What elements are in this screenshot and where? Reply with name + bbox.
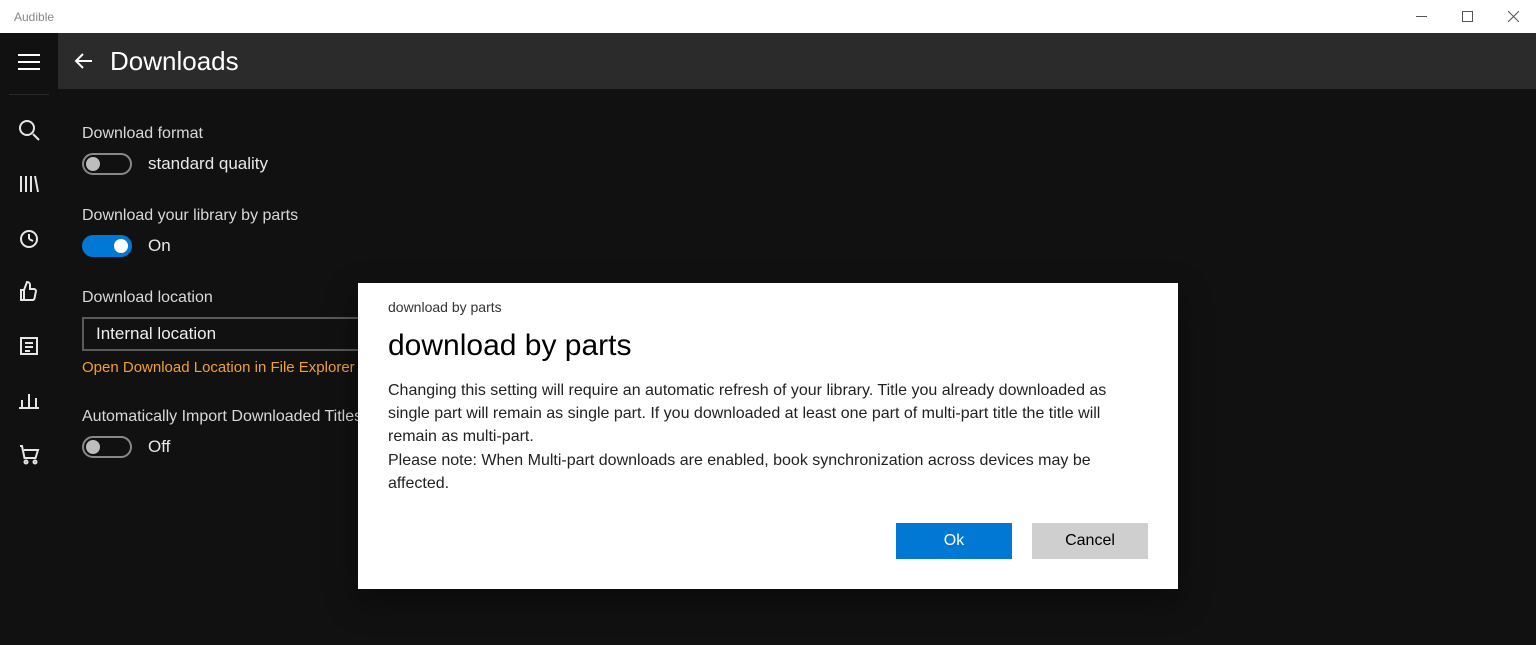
cancel-button[interactable]: Cancel bbox=[1032, 523, 1148, 559]
download-parts-label: Download your library by parts bbox=[82, 207, 1512, 225]
auto-import-value: Off bbox=[148, 437, 170, 457]
library-icon bbox=[18, 173, 40, 195]
dialog-body-2: Please note: When Multi-part downloads a… bbox=[388, 449, 1148, 495]
dialog-body-1: Changing this setting will require an au… bbox=[388, 379, 1148, 449]
rail-timer[interactable] bbox=[0, 211, 58, 265]
rail-library[interactable] bbox=[0, 157, 58, 211]
page-title: Downloads bbox=[110, 46, 239, 77]
rail-search[interactable] bbox=[0, 103, 58, 157]
window-title: Audible bbox=[14, 10, 54, 24]
minimize-button[interactable] bbox=[1398, 0, 1444, 33]
maximize-button[interactable] bbox=[1444, 0, 1490, 33]
chart-icon bbox=[18, 389, 40, 411]
download-format-value: standard quality bbox=[148, 154, 268, 174]
download-parts-value: On bbox=[148, 236, 171, 256]
dialog-tag: download by parts bbox=[388, 299, 1148, 315]
arrow-left-icon bbox=[72, 49, 96, 73]
ok-button[interactable]: Ok bbox=[896, 523, 1012, 559]
search-icon bbox=[18, 119, 40, 141]
download-location-value: Internal location bbox=[96, 324, 216, 344]
clock-icon bbox=[18, 227, 40, 249]
sidebar-rail bbox=[0, 33, 58, 645]
download-format-toggle[interactable] bbox=[82, 153, 132, 175]
rail-cart[interactable] bbox=[0, 427, 58, 481]
open-location-link[interactable]: Open Download Location in File Explorer bbox=[82, 359, 355, 376]
window-titlebar: Audible bbox=[0, 0, 1536, 33]
close-button[interactable] bbox=[1490, 0, 1536, 33]
rail-news[interactable] bbox=[0, 319, 58, 373]
hamburger-icon bbox=[18, 54, 40, 70]
download-parts-toggle[interactable] bbox=[82, 235, 132, 257]
rail-stats[interactable] bbox=[0, 373, 58, 427]
dialog-title: download by parts bbox=[388, 329, 1148, 363]
menu-button[interactable] bbox=[0, 37, 58, 87]
thumbs-up-icon bbox=[17, 280, 41, 304]
document-icon bbox=[18, 335, 40, 357]
download-by-parts-dialog: download by parts download by parts Chan… bbox=[358, 283, 1178, 589]
cart-icon bbox=[17, 442, 41, 466]
rail-recommend[interactable] bbox=[0, 265, 58, 319]
auto-import-toggle[interactable] bbox=[82, 436, 132, 458]
download-format-label: Download format bbox=[82, 125, 1512, 143]
page-header: Downloads bbox=[58, 33, 1536, 89]
back-button[interactable] bbox=[72, 49, 96, 73]
